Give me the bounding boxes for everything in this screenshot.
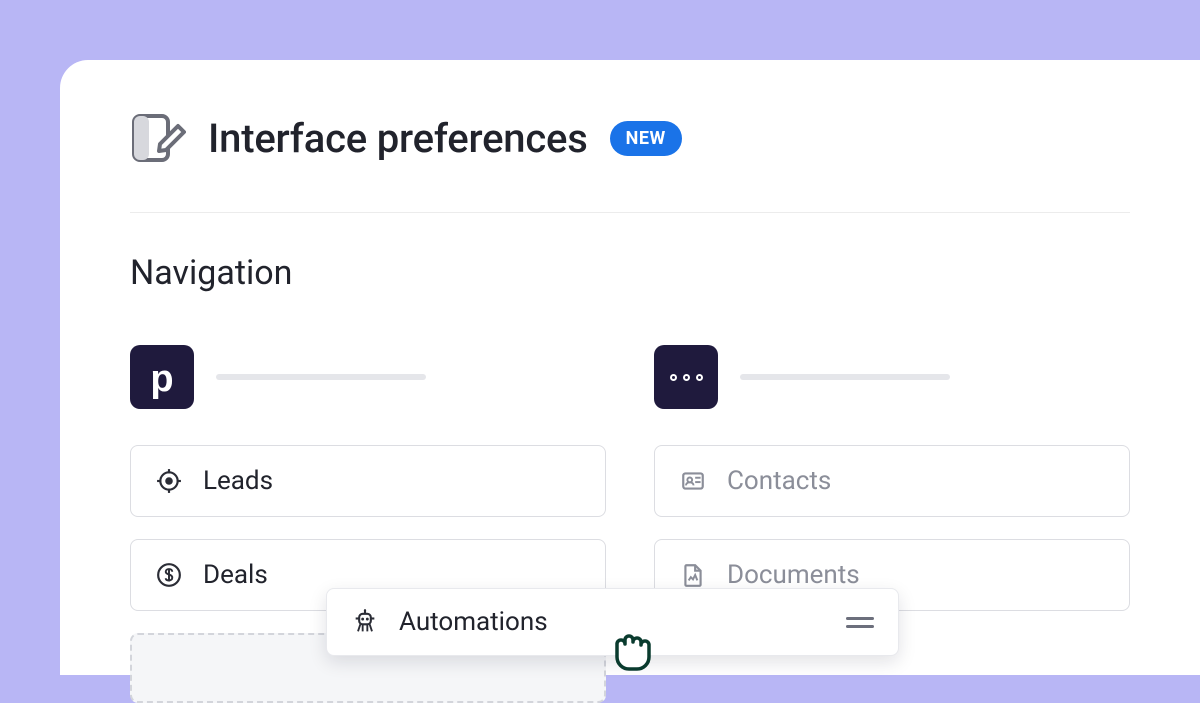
nav-item-label: Deals: [203, 560, 268, 590]
more-menu-tile[interactable]: [654, 345, 718, 409]
primary-column-placeholder-bar: [216, 374, 426, 380]
header-divider: [130, 212, 1130, 213]
nav-item-automations-dragging[interactable]: Automations: [326, 588, 899, 656]
section-navigation-title: Navigation: [130, 253, 1130, 293]
settings-window: Interface preferences NEW Navigation p: [60, 60, 1200, 675]
contacts-icon: [679, 467, 707, 495]
nav-item-label: Leads: [203, 466, 273, 496]
nav-item-label: Contacts: [727, 466, 831, 496]
automation-icon: [351, 608, 379, 636]
nav-item-label: Automations: [399, 607, 548, 637]
edit-page-icon: [130, 112, 186, 164]
page-header: Interface preferences NEW: [130, 112, 1130, 164]
nav-item-leads[interactable]: Leads: [130, 445, 606, 517]
new-badge: NEW: [610, 121, 682, 156]
secondary-column-header: [654, 345, 1130, 409]
primary-column-header: p: [130, 345, 606, 409]
brand-logo-tile: p: [130, 345, 194, 409]
brand-logo-p-icon: p: [150, 360, 173, 398]
nav-item-label: Documents: [727, 560, 860, 590]
secondary-column-placeholder-bar: [740, 374, 950, 380]
nav-item-contacts[interactable]: Contacts: [654, 445, 1130, 517]
drag-handle-icon[interactable]: [846, 617, 874, 628]
target-icon: [155, 467, 183, 495]
document-icon: [679, 561, 707, 589]
page-title: Interface preferences: [208, 115, 588, 162]
more-dots-icon: [670, 374, 703, 381]
dollar-icon: [155, 561, 183, 589]
